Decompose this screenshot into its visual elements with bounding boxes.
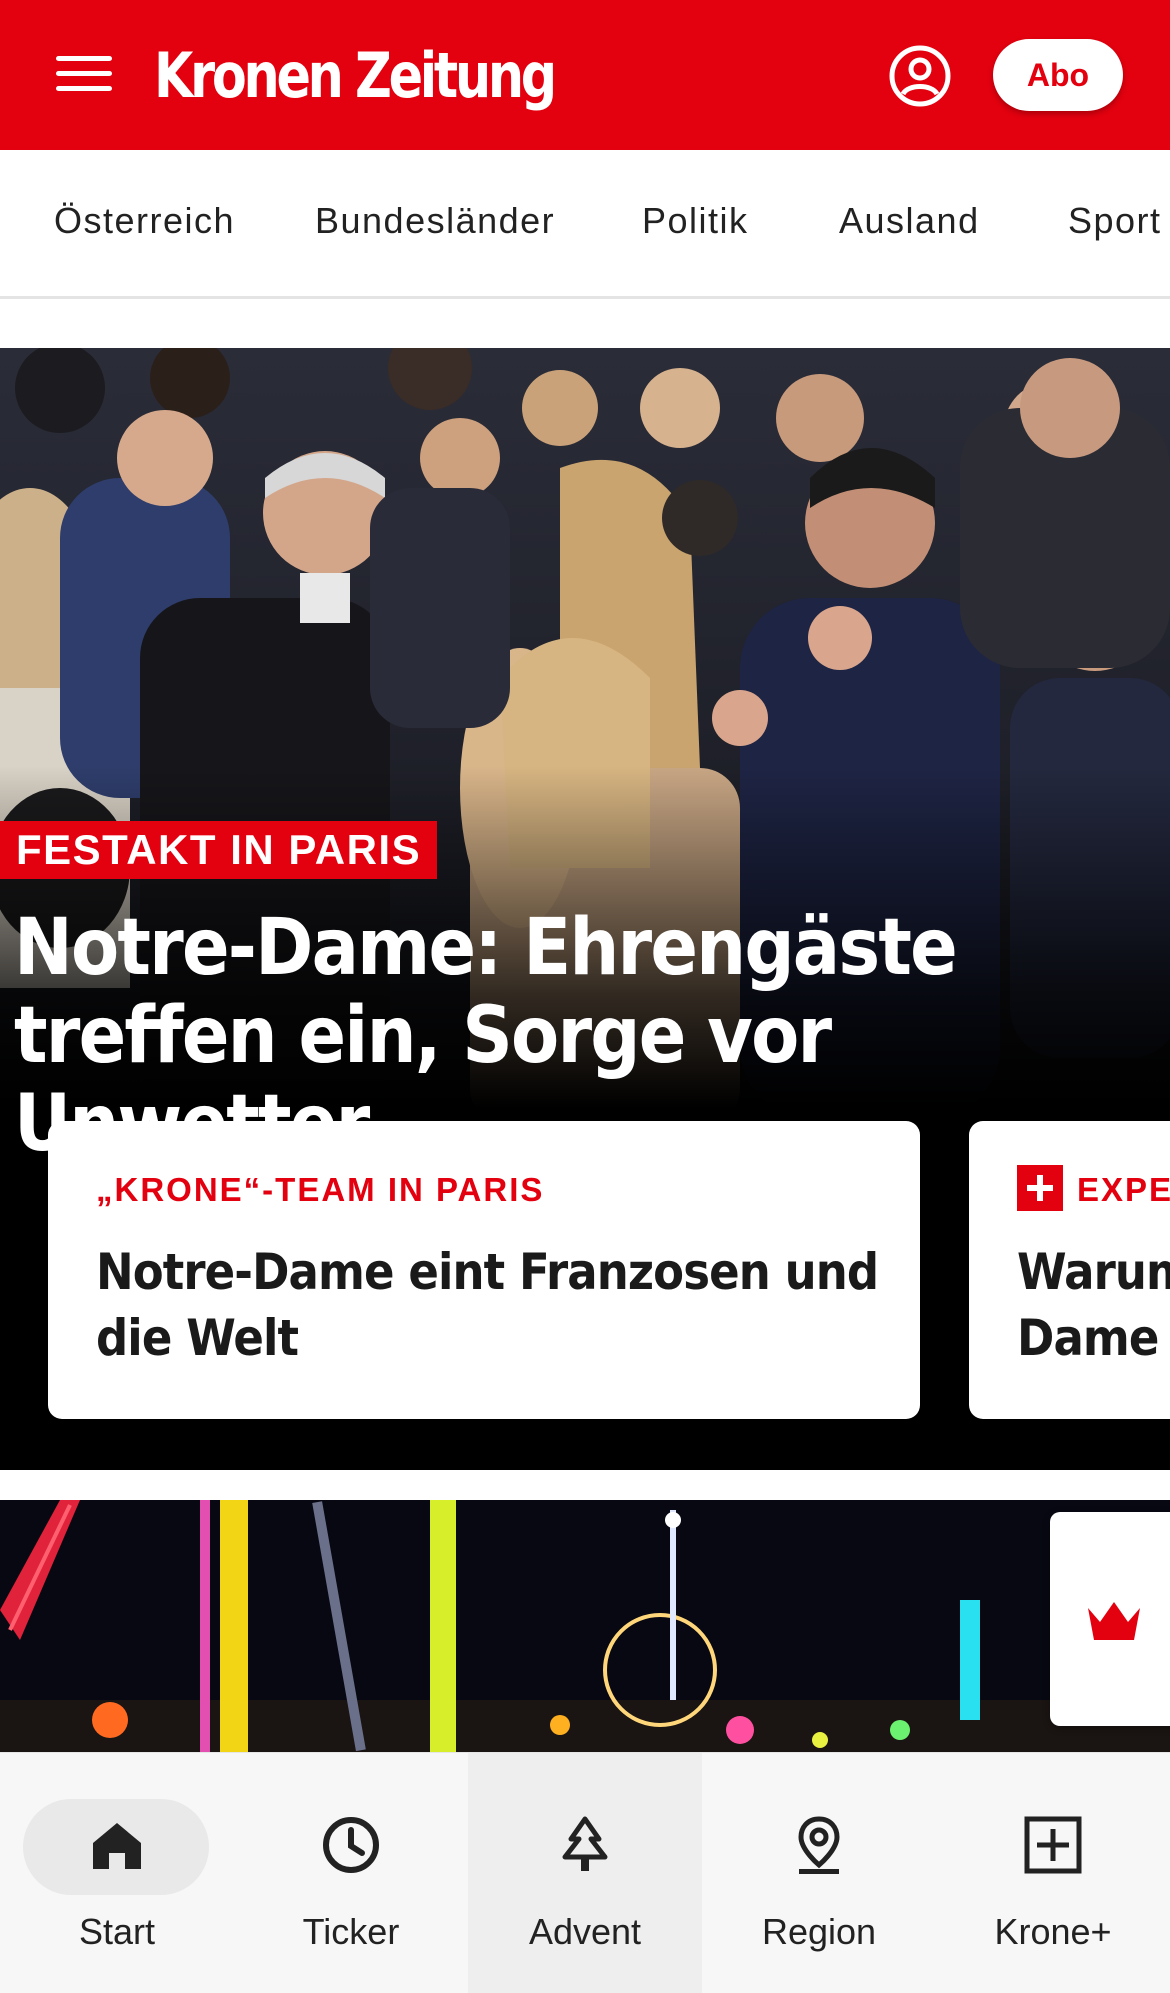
second-article-photo[interactable] [0,1500,1170,1752]
hero-article[interactable]: FESTAKT IN PARIS Notre-Dame: Ehrengäste … [0,348,1170,1470]
bottom-nav-ticker[interactable]: Ticker [234,1753,468,1993]
card-kicker: EXPE [1077,1171,1170,1208]
bottom-nav-advent[interactable]: Advent [468,1753,702,1993]
plus-icon [1017,1165,1063,1211]
card-title: Warum Dame s [1017,1239,1170,1371]
bottom-nav-start[interactable]: Start [0,1753,234,1993]
nav-item-bundeslaender[interactable]: Bundesländer [315,200,555,242]
bottom-nav-label: Start [78,1911,156,1952]
card-title: Notre-Dame eint Franzosen und die Welt [96,1243,879,1367]
nav-item-sport[interactable]: Sport [1068,200,1162,242]
site-logo[interactable]: Kronen Zeitung [154,36,557,116]
hero-kicker: FESTAKT IN PARIS [0,821,438,879]
hero-headline-line1: Notre-Dame: Ehrengäste [14,903,958,993]
location-pin-icon [798,1816,840,1874]
bottom-nav-kroneplus[interactable]: Krone+ [936,1753,1170,1993]
plus-square-icon [1024,1816,1082,1874]
bottom-nav-label: Krone+ [994,1911,1112,1952]
bottom-nav-label: Advent [528,1911,642,1952]
card-title-line1: Warum [1017,1243,1170,1301]
fairground-photo-image [0,1500,1170,1752]
bottom-nav-region[interactable]: Region [702,1753,936,1993]
clock-icon [323,1817,379,1873]
crown-icon [1088,1602,1140,1640]
nav-item-ausland[interactable]: Ausland [839,200,980,242]
abo-button[interactable]: Abo [993,39,1123,111]
card-kicker: „KRONE“-TEAM IN PARIS [96,1171,545,1208]
top-header: Kronen Zeitung Abo [0,0,1170,150]
nav-item-politik[interactable]: Politik [642,200,749,242]
krone-widget-tab[interactable] [1050,1512,1170,1726]
related-article-card[interactable]: EXPE Warum Dame s [969,1121,1170,1419]
related-article-card[interactable]: „KRONE“-TEAM IN PARIS Notre-Dame eint Fr… [48,1121,920,1419]
user-account-icon[interactable] [888,44,952,108]
nav-item-oesterreich[interactable]: Österreich [54,200,235,242]
card-title-line2: Dame s [1017,1309,1170,1367]
bottom-nav-label: Ticker [302,1911,400,1952]
home-icon [93,1823,141,1869]
section-nav: Österreich Bundesländer Politik Ausland … [0,150,1170,299]
bottom-navigation: Start Ticker Advent Region Krone+ [0,1752,1170,1993]
menu-icon[interactable] [56,52,112,94]
tree-icon [562,1816,608,1871]
bottom-nav-label: Region [761,1911,877,1952]
